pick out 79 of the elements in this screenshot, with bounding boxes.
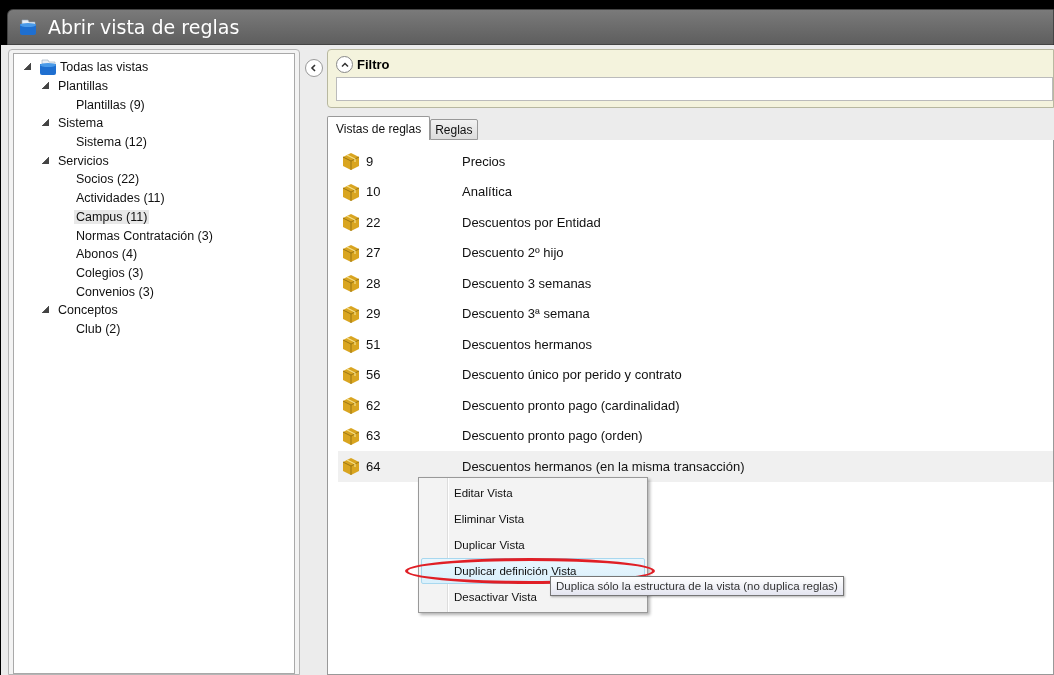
list-row[interactable]: 62 Descuento pronto pago (cardinalidad) bbox=[338, 390, 1053, 421]
id-cell-text: 51 bbox=[366, 336, 382, 352]
name-cell: Descuento pronto pago (cardinalidad) bbox=[462, 397, 680, 413]
tree-item[interactable]: Normas Contratación (3) bbox=[74, 228, 215, 243]
tree-item[interactable]: Sistema bbox=[56, 116, 106, 131]
name-cell: Descuento 3ª semana bbox=[462, 306, 590, 322]
filter-title: Filtro bbox=[357, 57, 390, 72]
box-icon bbox=[342, 182, 360, 201]
name-cell: Descuentos hermanos bbox=[462, 336, 593, 352]
name-cell: Descuento único por perido y contrato bbox=[462, 367, 682, 383]
id-cell-text: 22 bbox=[366, 214, 382, 230]
box-icon bbox=[342, 426, 360, 445]
box-icon bbox=[342, 213, 360, 232]
id-cell-text: 27 bbox=[366, 245, 382, 261]
tree-item[interactable]: Campus (11) bbox=[74, 209, 150, 224]
id-cell-text: 56 bbox=[366, 367, 382, 383]
tree-item[interactable]: Conceptos bbox=[56, 303, 120, 318]
id-cell-text: 63 bbox=[366, 428, 382, 444]
tree-item[interactable]: Sistema (12) bbox=[74, 135, 149, 150]
collapse-button[interactable] bbox=[304, 59, 323, 77]
tree-item[interactable]: Convenios (3) bbox=[74, 284, 156, 299]
expanded-triangle-icon[interactable] bbox=[42, 82, 49, 90]
name-cell: Precios bbox=[462, 153, 506, 169]
menu-item[interactable]: Editar Vista bbox=[421, 480, 645, 506]
name-cell: Descuento 3 semanas bbox=[462, 275, 592, 291]
expanded-triangle-icon[interactable] bbox=[42, 119, 49, 127]
box-icon bbox=[342, 243, 360, 262]
expanded-triangle-icon[interactable] bbox=[24, 63, 31, 71]
box-icon bbox=[342, 457, 360, 476]
name-cell: Analítica bbox=[462, 184, 512, 200]
name-cell: Descuento pronto pago (orden) bbox=[462, 428, 643, 444]
tree-item[interactable]: Plantillas (9) bbox=[74, 97, 147, 112]
filter-field[interactable] bbox=[336, 77, 1053, 101]
id-cell-text: 29 bbox=[366, 306, 382, 322]
name-cell: Descuentos hermanos (en la misma transacción) bbox=[462, 458, 745, 474]
tooltip: Duplica sólo la estructura de la vista (no duplica reglas) bbox=[550, 576, 844, 596]
id-cell-text: 10 bbox=[366, 184, 382, 200]
box-icon bbox=[342, 152, 360, 171]
box-icon bbox=[342, 304, 360, 323]
folder-icon bbox=[18, 18, 38, 36]
list-row[interactable]: 10 Analítica bbox=[338, 176, 1053, 207]
folder-icon bbox=[38, 58, 58, 77]
tree-item[interactable]: Servicios bbox=[56, 153, 111, 168]
name-cell: Descuentos por Entidad bbox=[462, 214, 601, 230]
expanded-triangle-icon[interactable] bbox=[42, 306, 49, 314]
filter-toggle-button[interactable] bbox=[336, 56, 353, 73]
tree-item[interactable]: Club (2) bbox=[74, 321, 123, 336]
id-cell-text: 9 bbox=[366, 153, 375, 169]
tree-item[interactable]: Colegios (3) bbox=[74, 265, 146, 280]
chevron-up-icon bbox=[340, 60, 349, 69]
list-row[interactable]: 27 Descuento 2º hijo bbox=[338, 237, 1053, 268]
tree-item[interactable]: Abonos (4) bbox=[74, 247, 140, 262]
list-row[interactable]: 63 Descuento pronto pago (orden) bbox=[338, 420, 1053, 451]
window-title: Abrir vista de reglas bbox=[48, 16, 240, 38]
list-row[interactable]: 51 Descuentos hermanos bbox=[338, 329, 1053, 360]
menu-item[interactable]: Eliminar Vista bbox=[421, 506, 645, 532]
list-row[interactable]: 29 Descuento 3ª semana bbox=[338, 298, 1053, 329]
name-cell: Descuento 2º hijo bbox=[462, 245, 564, 261]
list-row[interactable]: 9 Precios bbox=[338, 146, 1053, 177]
menu-item[interactable]: Duplicar Vista bbox=[421, 532, 645, 558]
id-cell-text: 28 bbox=[366, 275, 382, 291]
tree-item[interactable]: Actividades (11) bbox=[74, 191, 167, 206]
id-cell-text: 62 bbox=[366, 397, 382, 413]
list-row[interactable]: 56 Descuento único por perido y contrato bbox=[338, 359, 1053, 390]
tab[interactable]: Vistas de reglas bbox=[327, 116, 431, 140]
tab[interactable]: Reglas bbox=[430, 119, 478, 140]
box-icon bbox=[342, 396, 360, 415]
expanded-triangle-icon[interactable] bbox=[42, 156, 49, 164]
box-icon bbox=[342, 335, 360, 354]
list-row[interactable]: 64 Descuentos hermanos (en la misma transacción) bbox=[338, 451, 1053, 482]
tree-item[interactable]: Socios (22) bbox=[74, 172, 142, 187]
chevron-left-icon bbox=[309, 64, 318, 72]
box-icon bbox=[342, 274, 360, 293]
tree-item[interactable]: Todas las vistas bbox=[58, 60, 151, 75]
tree-item[interactable]: Plantillas bbox=[56, 79, 111, 94]
id-cell-text: 64 bbox=[366, 458, 382, 474]
box-icon bbox=[342, 365, 360, 384]
list-row[interactable]: 28 Descuento 3 semanas bbox=[338, 268, 1053, 299]
list-row[interactable]: 22 Descuentos por Entidad bbox=[338, 207, 1053, 238]
